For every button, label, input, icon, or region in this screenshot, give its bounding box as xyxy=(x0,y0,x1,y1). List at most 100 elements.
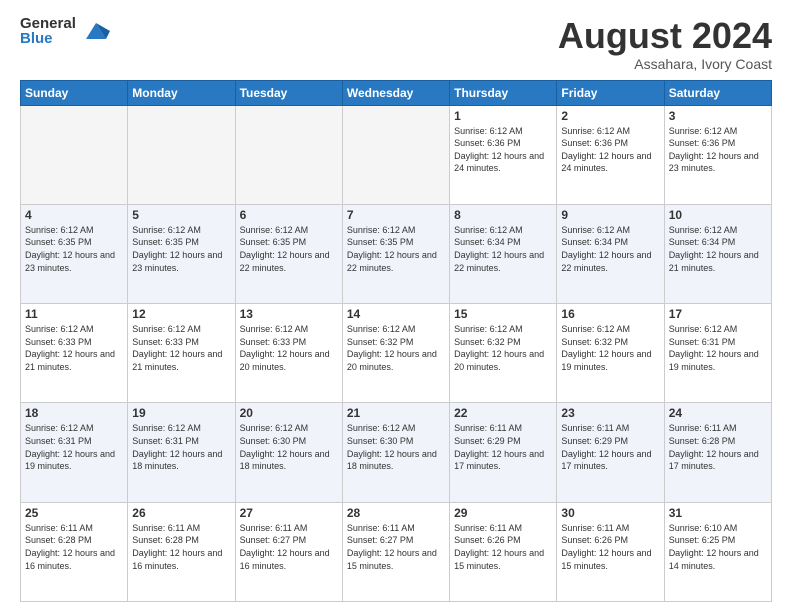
page: General Blue August 2024 Assahara, Ivory… xyxy=(0,0,792,612)
calendar-week-row: 11 Sunrise: 6:12 AM Sunset: 6:33 PM Dayli… xyxy=(21,304,772,403)
table-row: 26 Sunrise: 6:11 AM Sunset: 6:28 PM Dayli… xyxy=(128,502,235,601)
table-row: 15 Sunrise: 6:12 AM Sunset: 6:32 PM Dayli… xyxy=(450,304,557,403)
table-row: 22Sunrise: 6:11 AM Sunset: 6:29 PM Dayli… xyxy=(450,403,557,502)
table-row: 16 Sunrise: 6:12 AM Sunset: 6:32 PM Dayli… xyxy=(557,304,664,403)
table-row: 24 Sunrise: 6:11 AM Sunset: 6:28 PM Dayli… xyxy=(664,403,771,502)
header: General Blue August 2024 Assahara, Ivory… xyxy=(20,16,772,72)
day-number: 15 xyxy=(454,307,552,321)
col-tuesday: Tuesday xyxy=(235,80,342,105)
day-number: 8 xyxy=(454,208,552,222)
day-number: 13 xyxy=(240,307,338,321)
table-row: 6Sunrise: 6:12 AM Sunset: 6:35 PM Daylig… xyxy=(235,204,342,303)
day-info: Sunrise: 6:12 AM Sunset: 6:33 PM Dayligh… xyxy=(240,323,338,373)
day-number: 7 xyxy=(347,208,445,222)
table-row xyxy=(128,105,235,204)
day-info: Sunrise: 6:12 AM Sunset: 6:32 PM Dayligh… xyxy=(561,323,659,373)
table-row: 5 Sunrise: 6:12 AM Sunset: 6:35 PM Daylig… xyxy=(128,204,235,303)
table-row xyxy=(342,105,449,204)
table-row: 3Sunrise: 6:12 AM Sunset: 6:36 PM Daylig… xyxy=(664,105,771,204)
table-row: 20 Sunrise: 6:12 AM Sunset: 6:30 PM Dayli… xyxy=(235,403,342,502)
col-friday: Friday xyxy=(557,80,664,105)
day-info: Sunrise: 6:10 AM Sunset: 6:25 PM Dayligh… xyxy=(669,522,767,572)
day-number: 17 xyxy=(669,307,767,321)
day-info: Sunrise: 6:12 AM Sunset: 6:35 PM Dayligh… xyxy=(347,224,445,274)
day-info: Sunrise: 6:12 AM Sunset: 6:34 PM Dayligh… xyxy=(669,224,767,274)
table-row xyxy=(21,105,128,204)
day-info: Sunrise: 6:12 AM Sunset: 6:33 PM Dayligh… xyxy=(25,323,123,373)
table-row: 30Sunrise: 6:11 AM Sunset: 6:26 PM Dayli… xyxy=(557,502,664,601)
day-info: Sunrise: 6:11 AM Sunset: 6:27 PM Dayligh… xyxy=(347,522,445,572)
day-info: Sunrise: 6:12 AM Sunset: 6:32 PM Dayligh… xyxy=(454,323,552,373)
month-year-title: August 2024 xyxy=(558,16,772,56)
day-info: Sunrise: 6:12 AM Sunset: 6:36 PM Dayligh… xyxy=(561,125,659,175)
table-row: 8 Sunrise: 6:12 AM Sunset: 6:34 PM Daylig… xyxy=(450,204,557,303)
col-wednesday: Wednesday xyxy=(342,80,449,105)
table-row: 9Sunrise: 6:12 AM Sunset: 6:34 PM Daylig… xyxy=(557,204,664,303)
day-info: Sunrise: 6:11 AM Sunset: 6:28 PM Dayligh… xyxy=(669,422,767,472)
day-info: Sunrise: 6:11 AM Sunset: 6:28 PM Dayligh… xyxy=(132,522,230,572)
day-number: 3 xyxy=(669,109,767,123)
day-number: 24 xyxy=(669,406,767,420)
day-info: Sunrise: 6:12 AM Sunset: 6:35 PM Dayligh… xyxy=(132,224,230,274)
day-number: 14 xyxy=(347,307,445,321)
day-number: 1 xyxy=(454,109,552,123)
location-subtitle: Assahara, Ivory Coast xyxy=(558,56,772,72)
table-row: 17 Sunrise: 6:12 AM Sunset: 6:31 PM Dayli… xyxy=(664,304,771,403)
day-number: 16 xyxy=(561,307,659,321)
col-saturday: Saturday xyxy=(664,80,771,105)
day-number: 27 xyxy=(240,506,338,520)
day-info: Sunrise: 6:12 AM Sunset: 6:30 PM Dayligh… xyxy=(240,422,338,472)
day-number: 11 xyxy=(25,307,123,321)
day-number: 21 xyxy=(347,406,445,420)
calendar-week-row: 25 Sunrise: 6:11 AM Sunset: 6:28 PM Dayli… xyxy=(21,502,772,601)
day-number: 28 xyxy=(347,506,445,520)
table-row: 27 Sunrise: 6:11 AM Sunset: 6:27 PM Dayli… xyxy=(235,502,342,601)
day-number: 22 xyxy=(454,406,552,420)
table-row: 28 Sunrise: 6:11 AM Sunset: 6:27 PM Dayli… xyxy=(342,502,449,601)
day-info: Sunrise: 6:12 AM Sunset: 6:34 PM Dayligh… xyxy=(454,224,552,274)
col-sunday: Sunday xyxy=(21,80,128,105)
day-info: Sunrise: 6:12 AM Sunset: 6:35 PM Dayligh… xyxy=(25,224,123,274)
col-thursday: Thursday xyxy=(450,80,557,105)
table-row: 19 Sunrise: 6:12 AM Sunset: 6:31 PM Dayli… xyxy=(128,403,235,502)
table-row: 7 Sunrise: 6:12 AM Sunset: 6:35 PM Daylig… xyxy=(342,204,449,303)
day-info: Sunrise: 6:11 AM Sunset: 6:27 PM Dayligh… xyxy=(240,522,338,572)
day-number: 20 xyxy=(240,406,338,420)
table-row: 29 Sunrise: 6:11 AM Sunset: 6:26 PM Dayli… xyxy=(450,502,557,601)
day-number: 5 xyxy=(132,208,230,222)
logo-general: General xyxy=(20,16,76,31)
calendar-week-row: 4 Sunrise: 6:12 AM Sunset: 6:35 PM Daylig… xyxy=(21,204,772,303)
col-monday: Monday xyxy=(128,80,235,105)
calendar-week-row: 1 Sunrise: 6:12 AM Sunset: 6:36 PM Daylig… xyxy=(21,105,772,204)
calendar-table: Sunday Monday Tuesday Wednesday Thursday… xyxy=(20,80,772,602)
day-info: Sunrise: 6:11 AM Sunset: 6:26 PM Dayligh… xyxy=(454,522,552,572)
table-row: 25 Sunrise: 6:11 AM Sunset: 6:28 PM Dayli… xyxy=(21,502,128,601)
table-row xyxy=(235,105,342,204)
day-info: Sunrise: 6:12 AM Sunset: 6:30 PM Dayligh… xyxy=(347,422,445,472)
day-number: 12 xyxy=(132,307,230,321)
day-number: 18 xyxy=(25,406,123,420)
table-row: 12Sunrise: 6:12 AM Sunset: 6:33 PM Dayli… xyxy=(128,304,235,403)
day-info: Sunrise: 6:11 AM Sunset: 6:29 PM Dayligh… xyxy=(561,422,659,472)
day-info: Sunrise: 6:12 AM Sunset: 6:31 PM Dayligh… xyxy=(669,323,767,373)
day-info: Sunrise: 6:11 AM Sunset: 6:28 PM Dayligh… xyxy=(25,522,123,572)
table-row: 18Sunrise: 6:12 AM Sunset: 6:31 PM Dayli… xyxy=(21,403,128,502)
day-info: Sunrise: 6:12 AM Sunset: 6:31 PM Dayligh… xyxy=(132,422,230,472)
day-info: Sunrise: 6:12 AM Sunset: 6:34 PM Dayligh… xyxy=(561,224,659,274)
day-number: 2 xyxy=(561,109,659,123)
day-number: 25 xyxy=(25,506,123,520)
day-number: 19 xyxy=(132,406,230,420)
calendar-week-row: 18 Sunrise: 6:12 AM Sunset: 6:31 PM Dayli… xyxy=(21,403,772,502)
day-number: 26 xyxy=(132,506,230,520)
table-row: 13 Sunrise: 6:12 AM Sunset: 6:33 PM Dayli… xyxy=(235,304,342,403)
table-row: 31Sunrise: 6:10 AM Sunset: 6:25 PM Dayli… xyxy=(664,502,771,601)
day-number: 6 xyxy=(240,208,338,222)
day-number: 4 xyxy=(25,208,123,222)
day-info: Sunrise: 6:12 AM Sunset: 6:36 PM Dayligh… xyxy=(454,125,552,175)
day-number: 29 xyxy=(454,506,552,520)
table-row: 21 Sunrise: 6:12 AM Sunset: 6:30 PM Dayli… xyxy=(342,403,449,502)
table-row: 23Sunrise: 6:11 AM Sunset: 6:29 PM Dayli… xyxy=(557,403,664,502)
day-number: 30 xyxy=(561,506,659,520)
table-row: 14Sunrise: 6:12 AM Sunset: 6:32 PM Dayli… xyxy=(342,304,449,403)
logo-text: General Blue xyxy=(20,16,76,46)
